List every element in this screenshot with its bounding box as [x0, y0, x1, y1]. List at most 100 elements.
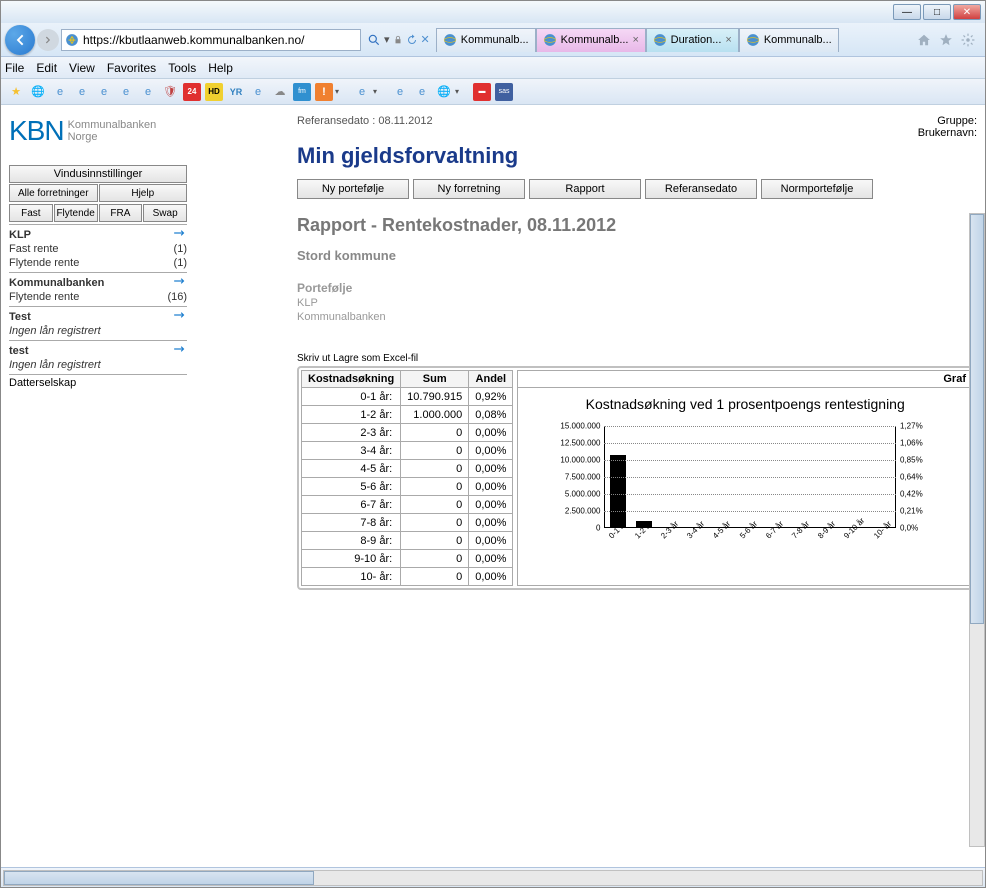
yellow-hd-icon[interactable]: HD	[205, 83, 223, 101]
search-icon[interactable]	[367, 33, 381, 47]
window-minimize-button[interactable]: —	[893, 4, 921, 20]
username-label: Brukernavn:	[918, 127, 977, 139]
ie-icon[interactable]: e	[413, 83, 431, 101]
main-tab[interactable]: Ny portefølje	[297, 179, 409, 199]
all-businesses-button[interactable]: Alle forretninger	[9, 184, 98, 202]
browser-tabs: Kommunalb...Kommunalb...×Duration...×Kom…	[436, 28, 909, 52]
main-tab[interactable]: Rapport	[529, 179, 641, 199]
red-24-icon[interactable]: 24	[183, 83, 201, 101]
reference-date: Referansedato : 08.11.2012	[297, 115, 433, 127]
ie-icon[interactable]: e	[51, 83, 69, 101]
table-row: 7-8 år:00,00%	[302, 514, 513, 532]
home-icon[interactable]	[917, 33, 931, 47]
excel-link[interactable]: Lagre som Excel-fil	[333, 353, 418, 364]
report-subtitle: Stord kommune	[297, 248, 977, 263]
dropdown-icon[interactable]: ▾	[373, 87, 377, 96]
main-tab[interactable]: Referansedato	[645, 179, 757, 199]
print-link[interactable]: Skriv ut	[297, 353, 330, 364]
cost-table: KostnadsøkningSumAndel 0-1 år:10.790.915…	[301, 370, 513, 586]
table-row: 9-10 år:00,00%	[302, 550, 513, 568]
logo-subtitle: Kommunalbanken	[68, 119, 157, 131]
main-tab[interactable]: Ny forretning	[413, 179, 525, 199]
y-tick: 15.000.000	[554, 422, 600, 431]
table-row: 1-2 år:1.000.0000,08%	[302, 406, 513, 424]
filter-flytende[interactable]: Flytende	[54, 204, 98, 222]
finn-icon[interactable]: fm	[293, 83, 311, 101]
chart-title: Kostnadsøkning ved 1 prosentpoengs rente…	[526, 396, 964, 412]
stop-icon[interactable]: ✕	[421, 33, 430, 46]
sidebar-row[interactable]: Fast rente(1)	[9, 242, 187, 256]
group-label: Gruppe:	[918, 115, 977, 127]
dropdown-icon[interactable]: ▾	[455, 87, 459, 96]
globe-icon[interactable]: 🌐	[29, 83, 47, 101]
cloud-icon[interactable]: ☁	[271, 83, 289, 101]
ie-icon[interactable]: e	[249, 83, 267, 101]
filter-swap[interactable]: Swap	[143, 204, 187, 222]
sidebar-section-header[interactable]: Test	[9, 309, 187, 324]
y-tick-right: 0,42%	[900, 489, 938, 498]
shield-icon[interactable]: 🛡	[161, 83, 179, 101]
menu-help[interactable]: Help	[208, 61, 233, 75]
help-button[interactable]: Hjelp	[99, 184, 188, 202]
tools-icon[interactable]	[961, 33, 975, 47]
orange-icon[interactable]: !	[315, 83, 333, 101]
window-close-button[interactable]: ✕	[953, 4, 981, 20]
window-maximize-button[interactable]: □	[923, 4, 951, 20]
table-row: 3-4 år:00,00%	[302, 442, 513, 460]
menu-view[interactable]: View	[69, 61, 95, 75]
globe-icon[interactable]: 🌐	[435, 83, 453, 101]
favorites-icon[interactable]	[939, 33, 953, 47]
menu-tools[interactable]: Tools	[168, 61, 196, 75]
sidebar-section-header[interactable]: Kommunalbanken	[9, 275, 187, 290]
main-tab[interactable]: Normportefølje	[761, 179, 873, 199]
chart-header: Graf	[518, 371, 972, 388]
ie-icon[interactable]: e	[95, 83, 113, 101]
fav-star-add-icon[interactable]: ★	[7, 83, 25, 101]
browser-tab[interactable]: Kommunalb...	[436, 28, 536, 52]
menu-edit[interactable]: Edit	[36, 61, 57, 75]
forward-button[interactable]	[37, 29, 59, 51]
filter-fra[interactable]: FRA	[99, 204, 143, 222]
yr-icon[interactable]: YR	[227, 83, 245, 101]
browser-tab[interactable]: Duration...×	[646, 28, 739, 52]
sidebar-section-header[interactable]: KLP	[9, 227, 187, 242]
dropdown-icon[interactable]: ▾	[335, 87, 339, 96]
ie-icon[interactable]: e	[139, 83, 157, 101]
sas-icon[interactable]: sas	[495, 83, 513, 101]
sidebar: KBN Kommunalbanken Norge Vindusinnstilli…	[9, 115, 187, 857]
ie-icon[interactable]: e	[73, 83, 91, 101]
sidebar-row[interactable]: Flytende rente(16)	[9, 290, 187, 304]
y-tick: 7.500.000	[554, 473, 600, 482]
ie-icon[interactable]: e	[391, 83, 409, 101]
ie-icon[interactable]: e	[353, 83, 371, 101]
menu-bar: File Edit View Favorites Tools Help	[1, 57, 985, 79]
sidebar-row[interactable]: Flytende rente(1)	[9, 256, 187, 270]
ie-icon[interactable]: e	[117, 83, 135, 101]
subsidiary-label: Datterselskap	[9, 374, 187, 391]
window-settings-button[interactable]: Vindusinnstillinger	[9, 165, 187, 183]
y-tick-right: 1,06%	[900, 438, 938, 447]
menu-file[interactable]: File	[5, 61, 24, 75]
logo-text: KBN	[9, 115, 64, 147]
address-bar[interactable]: https://kbutlaanweb.kommunalbanken.no/	[61, 29, 361, 51]
y-tick-right: 0,21%	[900, 507, 938, 516]
table-row: 6-7 år:00,00%	[302, 496, 513, 514]
back-button[interactable]	[5, 25, 35, 55]
browser-tab[interactable]: Kommunalb...×	[536, 28, 646, 52]
sidebar-row[interactable]: Ingen lån registrert	[9, 358, 187, 372]
page-title: Min gjeldsforvaltning	[297, 143, 977, 169]
sidebar-row[interactable]: Ingen lån registrert	[9, 324, 187, 338]
y-tick-right: 0,0%	[900, 524, 938, 533]
filter-fast[interactable]: Fast	[9, 204, 53, 222]
logo: KBN Kommunalbanken Norge	[9, 115, 187, 147]
y-tick: 0	[554, 524, 600, 533]
sidebar-section-header[interactable]: test	[9, 343, 187, 358]
dropdown-icon[interactable]: ▾	[384, 33, 390, 46]
vertical-scrollbar[interactable]	[969, 213, 985, 847]
logo-subtitle: Norge	[68, 131, 157, 143]
refresh-icon[interactable]	[406, 34, 418, 46]
red-tag-icon[interactable]: ▬	[473, 83, 491, 101]
menu-favorites[interactable]: Favorites	[107, 61, 156, 75]
horizontal-scrollbar[interactable]	[3, 870, 983, 886]
browser-tab[interactable]: Kommunalb...	[739, 28, 839, 52]
